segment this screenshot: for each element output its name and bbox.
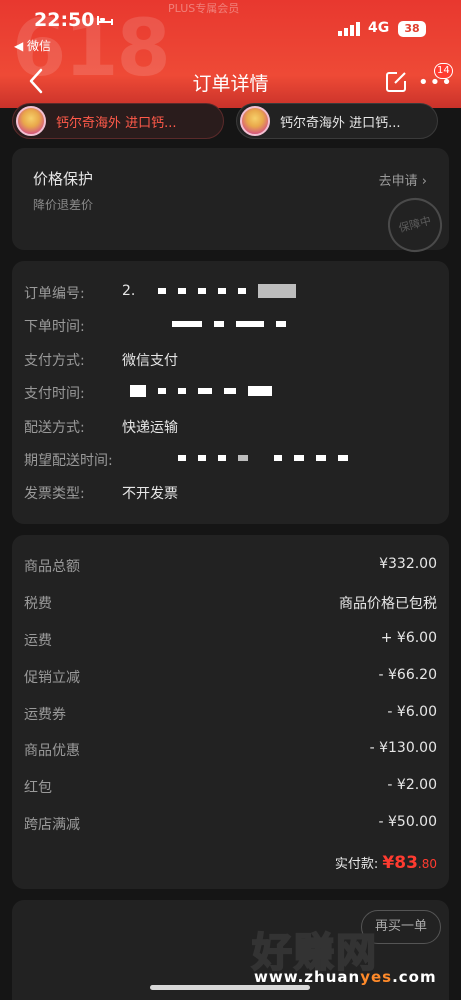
expected-delivery-value [178,450,360,466]
watermark-url-part: www.zhuan [254,968,361,986]
redaction [197,288,206,294]
product-chip-1[interactable]: 钙尔奇海外 进口钙... [12,103,224,139]
redaction [294,455,304,461]
redaction [172,321,202,327]
battery-icon: 38 [398,21,426,37]
price-row-value: - ¥130.00 [369,740,437,756]
order-number-label: 订单编号: [24,286,85,302]
back-to-wechat-link[interactable]: ◀ 微信 [14,37,51,54]
redaction [178,388,186,394]
price-protection-subtitle: 降价退差价 [33,198,94,212]
apply-price-protection-link[interactable]: 去申请 › [379,170,427,189]
redaction [157,288,166,294]
redaction [224,388,236,394]
amount-paid-decimal: .80 [417,857,437,871]
share-icon[interactable] [384,70,408,94]
redaction [218,455,226,461]
top-header: 618 PLUS专属会员 22:50 ◀ 微信 4G 38 订单详情 ••• 1… [0,0,461,108]
payment-method-label: 支付方式: [24,353,85,369]
redaction [178,455,186,461]
network-type: 4G [368,20,390,36]
redaction [198,455,206,461]
price-row-value: + ¥6.00 [380,630,437,646]
redaction [158,388,166,394]
product-name: 钙尔奇海外 进口钙... [56,115,177,131]
redaction [274,455,282,461]
home-indicator[interactable] [150,985,310,990]
price-protection-card: 价格保护 降价退差价 去申请 › 保障中 [12,148,449,259]
sleep-focus-icon [97,16,113,25]
payment-method-value: 微信支付 [122,353,178,369]
price-row-value: - ¥66.20 [378,667,438,683]
product-chip-2[interactable]: 钙尔奇海外 进口钙... [236,103,438,139]
redaction [177,288,186,294]
price-row-value: - ¥50.00 [378,814,438,830]
price-breakdown-card: 商品总额 ¥332.00 税费 商品价格已包税 运费 + ¥6.00 促销立减 … [12,535,449,889]
redaction [338,455,348,461]
price-row-label: 红包 [24,780,52,796]
redaction [237,288,246,294]
order-time-label: 下单时间: [24,319,85,335]
status-bar: 22:50 ◀ 微信 4G 38 [0,0,461,53]
amount-paid: 实付款: ¥83.80 [335,853,437,873]
product-thumbnail [240,106,270,136]
signal-icon [338,22,360,36]
price-row-label: 商品优惠 [24,743,80,759]
price-row-label: 促销立减 [24,670,80,686]
redaction [236,321,264,327]
price-row-label: 跨店满减 [24,817,80,833]
price-row-value: 商品价格已包税 [339,596,437,612]
order-time-value [172,316,298,332]
message-count-badge: 14 [434,63,453,79]
redaction [238,455,248,461]
redaction [214,321,224,327]
redaction [198,388,212,394]
watermark-url-highlight: yes [360,968,393,986]
price-row-value: ¥332.00 [379,556,437,572]
protected-stamp: 保障中 [381,191,449,259]
product-thumbnail [16,106,46,136]
more-menu-icon[interactable]: ••• [418,74,453,92]
redaction [257,284,296,298]
amount-paid-integer: ¥83 [382,853,418,873]
redaction [276,321,286,327]
invoice-type-value: 不开发票 [122,486,178,502]
redaction [217,288,226,294]
price-row-label: 商品总额 [24,559,80,575]
redaction [316,455,326,461]
delivery-method-label: 配送方式: [24,420,85,436]
expected-delivery-label: 期望配送时间: [24,453,113,469]
site-watermark: 好赚网 www.zhuanyes.com [251,920,452,990]
redaction [248,386,272,396]
price-row-label: 运费券 [24,707,66,723]
payment-time-value [130,383,284,399]
amount-paid-label: 实付款: [334,857,379,872]
price-row-label: 运费 [24,633,52,649]
order-number-value[interactable]: 2. [122,283,308,299]
price-protection-title: 价格保护 [33,170,94,188]
order-info-card: 订单编号: 2. 下单时间: 支付方式: 微信支付 支付时间: 配送方式: 快递… [12,261,449,524]
redaction [130,385,146,397]
watermark-url: www.zhuanyes.com [254,968,437,986]
price-row-value: - ¥6.00 [387,704,437,720]
delivery-method-value: 快递运输 [122,420,178,436]
invoice-type-label: 发票类型: [24,486,85,502]
price-row-value: - ¥2.00 [387,777,437,793]
status-time: 22:50 [34,9,95,31]
payment-time-label: 支付时间: [24,386,85,402]
price-row-label: 税费 [24,596,52,612]
watermark-url-part: .com [392,968,437,986]
product-name: 钙尔奇海外 进口钙... [280,115,401,131]
order-number-prefix: 2. [122,283,136,299]
